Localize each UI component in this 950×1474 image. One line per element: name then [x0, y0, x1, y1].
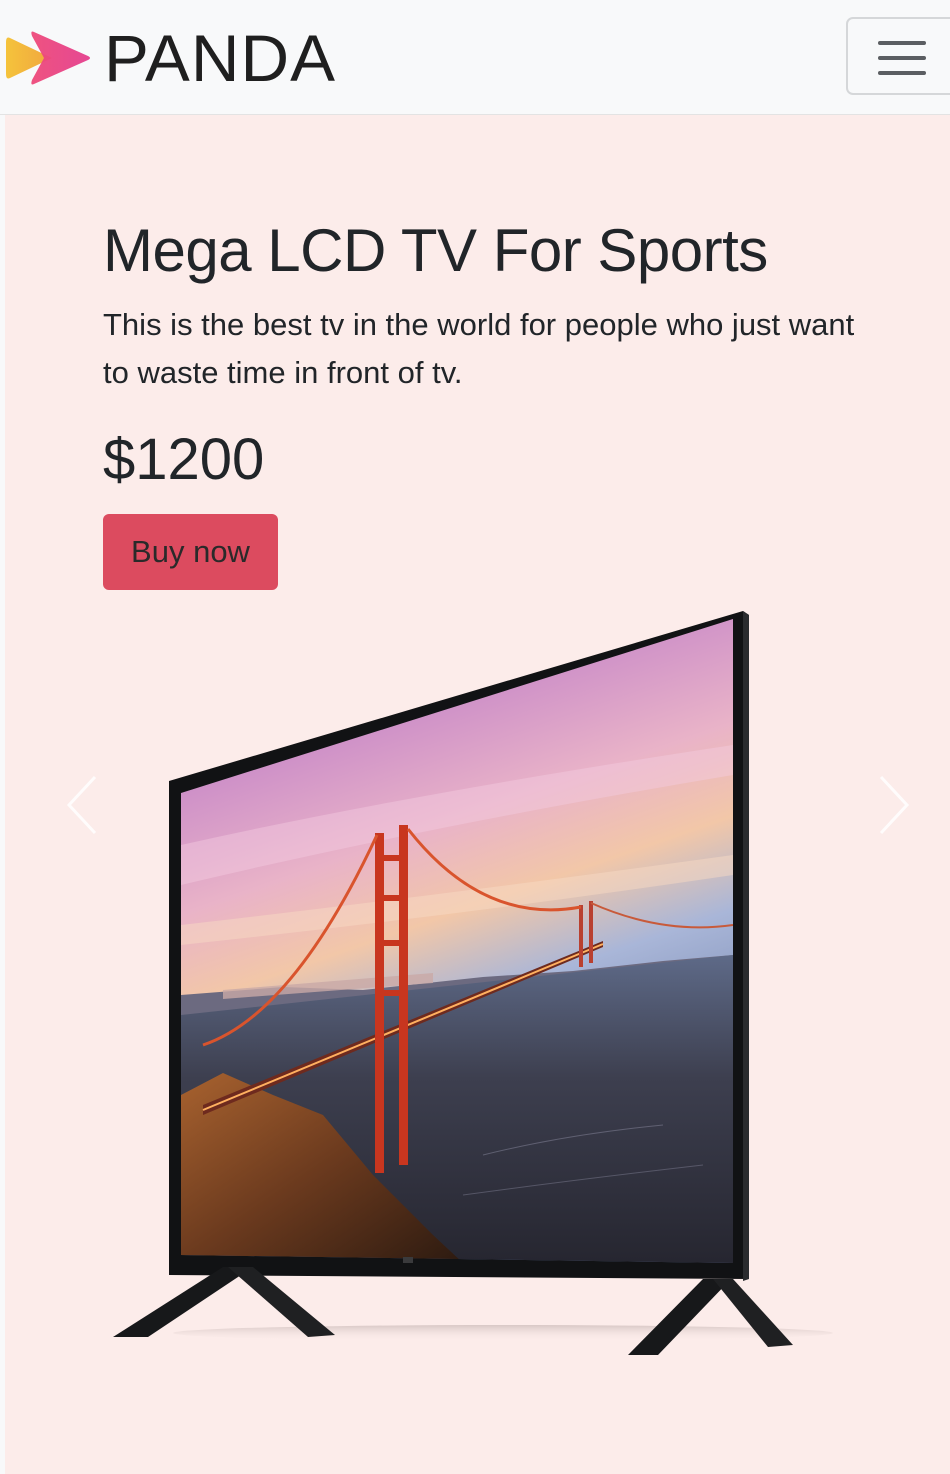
chevron-right-icon: [879, 775, 910, 835]
product-title: Mega LCD TV For Sports: [103, 217, 768, 284]
carousel-prev-button[interactable]: [53, 755, 113, 855]
product-price: $1200: [103, 427, 265, 492]
play-chevron-logo-icon: [6, 31, 90, 85]
chevron-left-icon: [66, 775, 97, 835]
product-carousel: [66, 595, 910, 1375]
brand-name: PANDA: [104, 21, 337, 95]
tv-product-image: [113, 611, 833, 1355]
menu-toggle-button[interactable]: [846, 17, 950, 95]
hamburger-menu-icon: [878, 41, 926, 75]
brand-link[interactable]: PANDA: [4, 22, 335, 94]
buy-now-button[interactable]: Buy now: [103, 514, 278, 590]
hero-section: Mega LCD TV For Sports This is the best …: [5, 115, 950, 1474]
navbar: PANDA: [0, 0, 950, 115]
carousel-next-button[interactable]: [863, 755, 923, 855]
product-description: This is the best tv in the world for peo…: [103, 307, 855, 390]
